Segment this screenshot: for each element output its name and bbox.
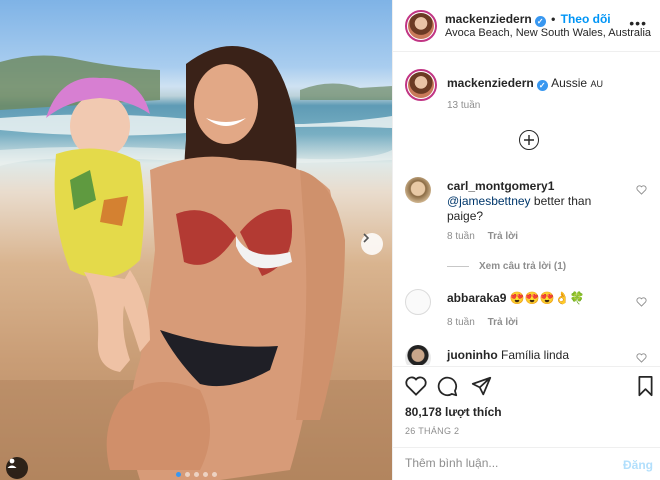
carousel-dot xyxy=(193,472,199,477)
load-more-comments-button[interactable] xyxy=(519,130,539,150)
comment-input[interactable] xyxy=(405,456,605,470)
post-photo[interactable] xyxy=(0,0,392,480)
caption-time[interactable]: 13 tuần xyxy=(447,100,480,111)
comment: juoninho Família linda xyxy=(447,348,569,362)
plus-circle-icon xyxy=(524,135,534,145)
heart-icon[interactable] xyxy=(636,353,647,363)
caption: mackenziedern ✓ Aussie AU xyxy=(447,76,603,91)
location-link[interactable]: Avoca Beach, New South Wales, Australia xyxy=(445,27,651,39)
carousel-dot xyxy=(175,472,181,477)
more-icon[interactable]: ••• xyxy=(629,15,647,31)
caption-flag: AU xyxy=(590,79,603,89)
comment-text: 😍😍😍👌🍀 xyxy=(509,291,585,305)
post-header: mackenziedern ✓ • Theo dõi Avoca Beach, N… xyxy=(393,0,660,52)
view-replies-label: Xem câu trả lời (1) xyxy=(479,261,567,272)
user-tag-button[interactable] xyxy=(6,457,28,479)
comment-time[interactable]: 8 tuần xyxy=(447,231,475,242)
follow-button[interactable]: Theo dõi xyxy=(561,12,611,26)
share-icon[interactable] xyxy=(471,376,492,397)
heart-icon[interactable] xyxy=(636,185,647,195)
post-date[interactable]: 26 THÁNG 2 xyxy=(405,426,459,436)
add-comment-bar: Đăng xyxy=(393,447,660,480)
avatar[interactable] xyxy=(405,289,431,315)
heart-icon[interactable] xyxy=(636,297,647,307)
verified-icon: ✓ xyxy=(536,80,548,91)
comments-list[interactable]: mackenziedern ✓ Aussie AU 13 tuần carl_mo… xyxy=(393,53,660,365)
comment-username[interactable]: abbaraka9 xyxy=(447,291,506,305)
bookmark-icon[interactable] xyxy=(637,376,654,397)
like-count[interactable]: 80,178 lượt thích xyxy=(405,405,502,419)
caption-text: Aussie xyxy=(551,76,588,90)
avatar[interactable] xyxy=(405,69,437,101)
carousel-next-button[interactable] xyxy=(361,233,383,255)
avatar[interactable] xyxy=(405,177,431,203)
comment-time[interactable]: 8 tuần xyxy=(447,317,475,328)
carousel-dot xyxy=(211,472,217,477)
avatar[interactable] xyxy=(405,10,437,42)
username-link[interactable]: mackenziedern xyxy=(445,12,532,26)
reply-button[interactable]: Trả lời xyxy=(488,317,518,328)
heart-icon[interactable] xyxy=(405,376,427,396)
view-replies-button[interactable]: Xem câu trả lời (1) xyxy=(447,261,566,272)
beach-photo-illustration xyxy=(0,45,392,480)
comment: abbaraka9 😍😍😍👌🍀 xyxy=(447,291,584,305)
comment-username[interactable]: juoninho xyxy=(447,348,498,362)
avatar[interactable] xyxy=(405,345,431,365)
verified-icon: ✓ xyxy=(534,16,546,27)
comment-text: Família linda xyxy=(501,348,570,362)
comment-meta: 8 tuần Trả lời xyxy=(447,317,518,328)
comment-icon[interactable] xyxy=(437,376,458,397)
post-details-panel: mackenziedern ✓ • Theo dõi Avoca Beach, N… xyxy=(392,0,660,480)
chevron-right-icon xyxy=(363,233,370,243)
comment-meta: 8 tuần Trả lời xyxy=(447,231,518,242)
reply-button[interactable]: Trả lời xyxy=(488,231,518,242)
carousel-dots xyxy=(0,472,392,477)
comment-username[interactable]: carl_montgomery1 xyxy=(447,179,554,193)
post-actions: 80,178 lượt thích 26 THÁNG 2 Đăng xyxy=(393,366,660,480)
post-comment-button[interactable]: Đăng xyxy=(623,458,653,472)
carousel-dot xyxy=(184,472,190,477)
comment: carl_montgomery1 @jamesbettney better th… xyxy=(447,179,627,224)
mention-link[interactable]: @jamesbettney xyxy=(447,194,531,208)
header-user-line: mackenziedern ✓ • Theo dõi xyxy=(445,12,611,27)
caption-username[interactable]: mackenziedern xyxy=(447,76,534,90)
carousel-dot xyxy=(202,472,208,477)
user-tag-icon xyxy=(7,458,17,468)
